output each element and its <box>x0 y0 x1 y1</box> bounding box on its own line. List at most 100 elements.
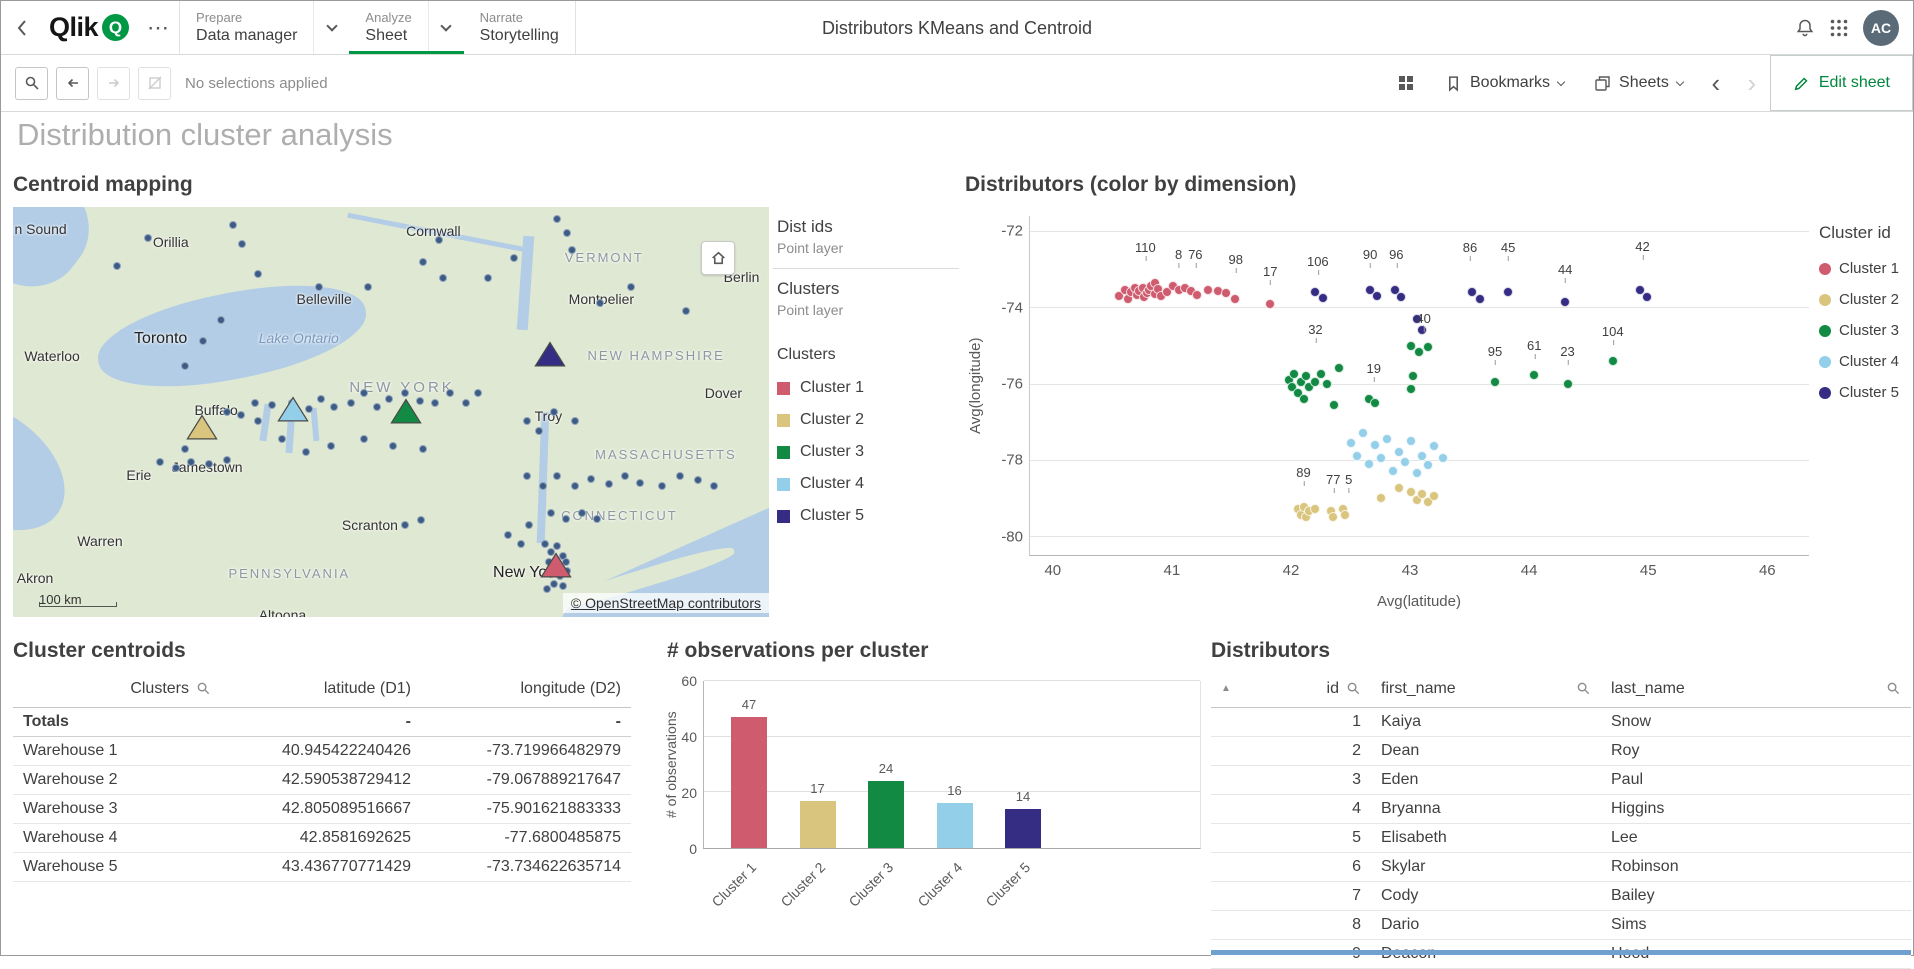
distributor-point[interactable] <box>550 580 558 588</box>
scatter-point[interactable] <box>1529 370 1539 380</box>
distributor-point[interactable] <box>113 262 121 270</box>
centroid-triangle[interactable] <box>276 395 309 423</box>
table-cell[interactable]: 40.945422240426 <box>221 736 421 765</box>
scatter-point[interactable] <box>1394 483 1404 493</box>
scatter-point[interactable] <box>1406 384 1416 394</box>
table-cell[interactable]: Dario <box>1371 910 1601 939</box>
column-header-id[interactable]: ▲id <box>1211 671 1371 707</box>
scatter-point[interactable] <box>1358 428 1368 438</box>
distributor-point[interactable] <box>559 582 567 590</box>
distributor-point[interactable] <box>484 274 492 282</box>
scatter-point[interactable] <box>1400 457 1410 467</box>
scatter-point[interactable] <box>1608 356 1618 366</box>
table-cell[interactable]: Higgins <box>1601 794 1911 823</box>
centroid-triangle[interactable] <box>390 397 423 425</box>
scatter-point[interactable] <box>1376 453 1386 463</box>
distributor-point[interactable] <box>431 399 439 407</box>
scatter-plot-area[interactable]: 1108769817106909686454244324019956123104… <box>1029 216 1809 556</box>
table-cell[interactable]: Warehouse 4 <box>13 823 221 852</box>
table-cell[interactable]: Warehouse 1 <box>13 736 221 765</box>
table-cell[interactable]: Warehouse 3 <box>13 794 221 823</box>
scatter-point[interactable] <box>1299 394 1309 404</box>
clear-selections-button[interactable] <box>138 67 171 100</box>
table-cell[interactable]: 5 <box>1211 823 1371 852</box>
distributor-point[interactable] <box>347 399 355 407</box>
table-row[interactable]: Warehouse 242.590538729412-79.0678892176… <box>13 765 631 794</box>
distributor-point[interactable] <box>587 475 595 483</box>
column-header-last-name[interactable]: last_name <box>1601 671 1911 707</box>
table-cell[interactable]: Sims <box>1601 910 1911 939</box>
scatter-point[interactable] <box>1503 287 1513 297</box>
table-cell[interactable]: 43.436770771429 <box>221 852 421 881</box>
sheets-button[interactable]: Sheets <box>1579 55 1698 111</box>
table-cell[interactable]: Elisabeth <box>1371 823 1601 852</box>
distributor-point[interactable] <box>223 408 231 416</box>
scatter-point[interactable] <box>1322 379 1332 389</box>
table-cell[interactable]: Paul <box>1601 765 1911 794</box>
scatter-point[interactable] <box>1417 451 1427 461</box>
distributor-point[interactable] <box>172 464 180 472</box>
layer-clusters[interactable]: Clusters Point layer <box>773 269 959 330</box>
scatter-point[interactable] <box>1346 438 1356 448</box>
table-cell[interactable]: Lee <box>1601 823 1911 852</box>
scatter-point[interactable] <box>1423 460 1433 470</box>
scatter-point[interactable] <box>1318 293 1328 303</box>
edit-sheet-button[interactable]: Edit sheet <box>1770 55 1913 111</box>
qlik-logo[interactable]: Qlik Q <box>41 1 137 54</box>
search-icon[interactable] <box>1346 681 1361 696</box>
distributor-point[interactable] <box>205 460 213 468</box>
scatter-point[interactable] <box>1490 377 1500 387</box>
distributor-point[interactable] <box>401 521 409 529</box>
distributor-point[interactable] <box>682 307 690 315</box>
bookmarks-button[interactable]: Bookmarks <box>1430 55 1579 111</box>
next-sheet-button[interactable]: › <box>1734 70 1770 96</box>
table-cell[interactable]: 42.590538729412 <box>221 765 421 794</box>
table-cell[interactable]: Bryanna <box>1371 794 1601 823</box>
layer-dist-ids[interactable]: Dist ids Point layer <box>773 207 959 268</box>
column-header-latitude[interactable]: latitude (D1) <box>221 671 421 707</box>
centroid-map[interactable]: n SoundOrilliaCornwallVERMONTBerlinMontp… <box>13 207 769 617</box>
distributor-point[interactable] <box>315 283 323 291</box>
scatter-point[interactable] <box>1376 493 1386 503</box>
sheet-overview-button[interactable] <box>1382 55 1430 111</box>
distributor-point[interactable] <box>627 283 635 291</box>
map-attribution-link[interactable]: © OpenStreetMap contributors <box>563 593 769 613</box>
scatter-point[interactable] <box>1329 400 1339 410</box>
table-cell[interactable]: 3 <box>1211 765 1371 794</box>
table-cell[interactable]: Dean <box>1371 736 1601 765</box>
bar[interactable] <box>937 803 973 848</box>
nav-analyze[interactable]: Analyze Sheet <box>349 1 463 54</box>
table-row[interactable]: 6SkylarRobinson <box>1211 852 1911 881</box>
map-legend-item[interactable]: Cluster 2 <box>773 404 959 436</box>
table-cell[interactable]: -79.067889217647 <box>421 765 631 794</box>
table-cell[interactable]: Robinson <box>1601 852 1911 881</box>
distributor-point[interactable] <box>223 456 231 464</box>
table-row[interactable]: 4BryannaHiggins <box>1211 794 1911 823</box>
scatter-point[interactable] <box>1382 434 1392 444</box>
scatter-point[interactable] <box>1265 299 1275 309</box>
distributor-point[interactable] <box>237 411 245 419</box>
distributor-point[interactable] <box>302 448 310 456</box>
distributor-point[interactable] <box>636 479 644 487</box>
scatter-point[interactable] <box>1370 398 1380 408</box>
table-cell[interactable]: -73.734622635714 <box>421 852 631 881</box>
selections-step-forward-button[interactable] <box>97 67 130 100</box>
centroid-triangle[interactable] <box>539 551 572 579</box>
scatter-legend-item[interactable]: Cluster 2 <box>1819 284 1913 315</box>
scatter-point[interactable] <box>1203 285 1213 295</box>
search-icon[interactable] <box>196 681 211 696</box>
distributor-point[interactable] <box>550 408 558 416</box>
distributor-point[interactable] <box>541 540 549 548</box>
bar-plot-area[interactable]: 4717241614 <box>703 681 1201 849</box>
column-header-first-name[interactable]: first_name <box>1371 671 1601 707</box>
selections-step-back-button[interactable] <box>56 67 89 100</box>
distributor-point[interactable] <box>474 389 482 397</box>
distributor-point[interactable] <box>330 403 338 411</box>
scatter-point[interactable] <box>1560 297 1570 307</box>
distributor-point[interactable] <box>435 236 443 244</box>
table-row[interactable]: 3EdenPaul <box>1211 765 1911 794</box>
distributor-point[interactable] <box>181 445 189 453</box>
user-avatar[interactable]: AC <box>1863 10 1899 46</box>
distributor-point[interactable] <box>553 215 561 223</box>
distributor-point[interactable] <box>364 283 372 291</box>
